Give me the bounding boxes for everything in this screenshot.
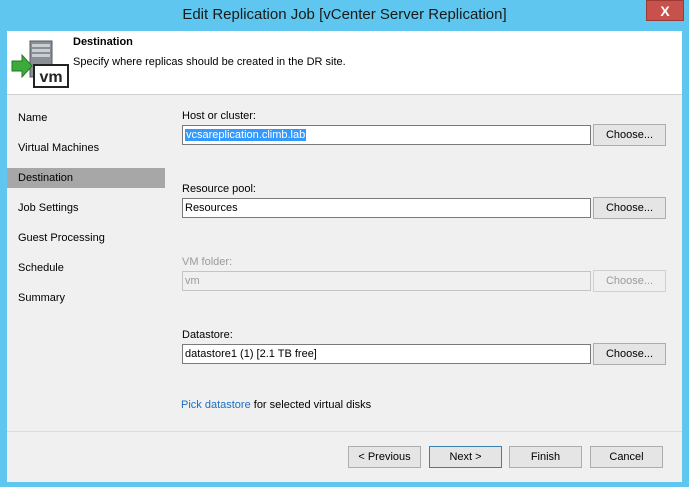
nav-item-schedule[interactable]: Schedule <box>7 258 165 278</box>
title-bar[interactable]: Edit Replication Job [vCenter Server Rep… <box>0 0 689 32</box>
cancel-button[interactable]: Cancel <box>590 446 663 468</box>
pool-field[interactable]: Resources <box>182 198 591 218</box>
dialog-client: vm Destination Specify where replicas sh… <box>7 31 682 482</box>
destination-form: Host or cluster: vcsareplication.climb.l… <box>167 95 682 431</box>
datastore-label: Datastore: <box>182 329 233 341</box>
page-subtitle: Specify where replicas should be created… <box>73 56 346 68</box>
finish-button[interactable]: Finish <box>509 446 582 468</box>
dialog-window: Edit Replication Job [vCenter Server Rep… <box>0 0 689 487</box>
folder-field: vm <box>182 271 591 291</box>
nav-item-summary[interactable]: Summary <box>7 288 165 308</box>
window-title: Edit Replication Job [vCenter Server Rep… <box>182 6 507 23</box>
pick-datastore-suffix: for selected virtual disks <box>250 399 372 411</box>
host-field[interactable]: vcsareplication.climb.lab <box>182 125 591 145</box>
previous-button[interactable]: < Previous <box>348 446 421 468</box>
close-button[interactable]: X <box>646 0 684 21</box>
datastore-field[interactable]: datastore1 (1) [2.1 TB free] <box>182 344 591 364</box>
pool-label: Resource pool: <box>182 183 256 195</box>
next-button[interactable]: Next > <box>429 446 502 468</box>
close-icon: X <box>660 3 670 19</box>
svg-text:vm: vm <box>39 69 62 86</box>
nav-item-name[interactable]: Name <box>7 108 165 128</box>
wizard-header: vm Destination Specify where replicas sh… <box>7 31 682 95</box>
wizard-nav: Name Virtual Machines Destination Job Se… <box>7 95 167 431</box>
page-title: Destination <box>73 36 133 48</box>
choose-pool-button[interactable]: Choose... <box>593 197 666 219</box>
nav-item-guest-processing[interactable]: Guest Processing <box>7 228 165 248</box>
nav-item-virtual-machines[interactable]: Virtual Machines <box>7 138 165 158</box>
nav-item-destination[interactable]: Destination <box>7 168 165 188</box>
nav-item-job-settings[interactable]: Job Settings <box>7 198 165 218</box>
pick-datastore-link[interactable]: Pick datastore <box>181 399 251 411</box>
choose-datastore-button[interactable]: Choose... <box>593 343 666 365</box>
server-vm-icon: vm <box>11 40 69 88</box>
folder-label: VM folder: <box>182 256 233 268</box>
host-value: vcsareplication.climb.lab <box>185 129 307 141</box>
choose-host-button[interactable]: Choose... <box>593 124 666 146</box>
host-label: Host or cluster: <box>182 110 256 122</box>
choose-folder-button: Choose... <box>593 270 666 292</box>
wizard-footer: < Previous Next > Finish Cancel <box>7 431 682 482</box>
pick-datastore-hint: Pick datastore for selected virtual disk… <box>181 399 371 411</box>
